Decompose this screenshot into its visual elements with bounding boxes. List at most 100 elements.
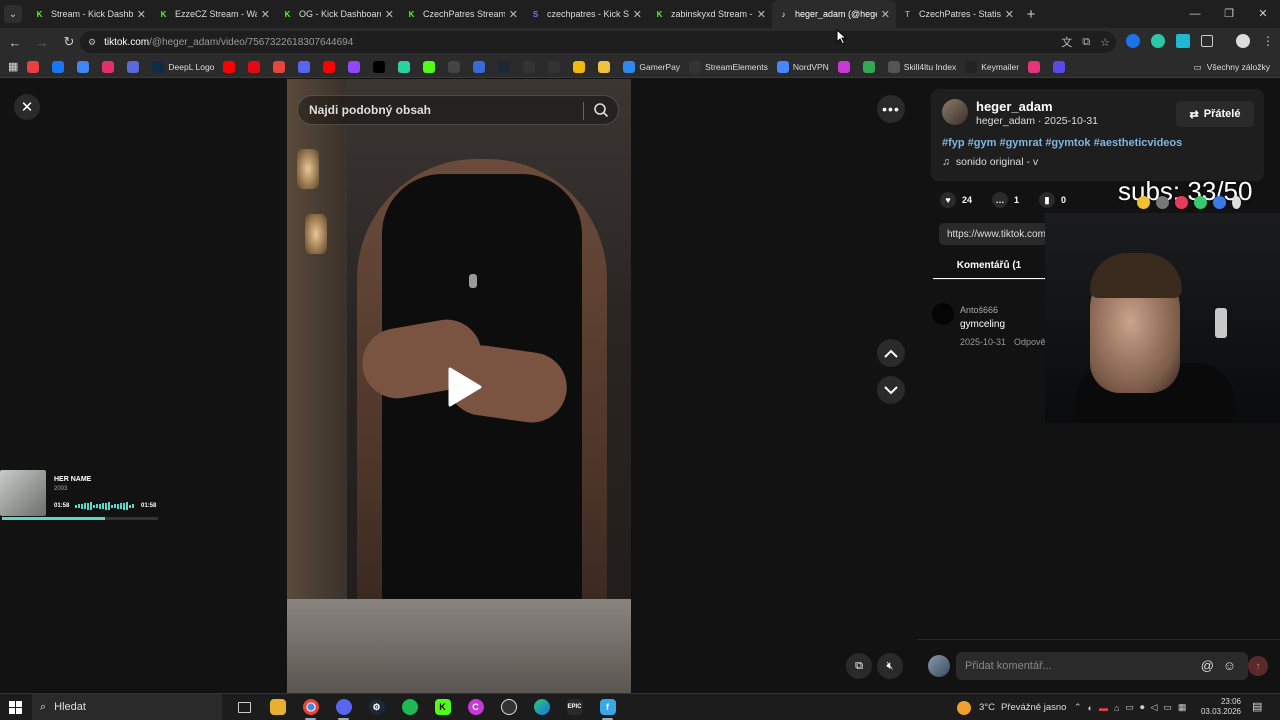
tab-search-button[interactable]: ⌄: [4, 5, 22, 23]
extension-icon[interactable]: [1126, 34, 1140, 48]
extension-icon[interactable]: [1176, 34, 1190, 48]
tray-icon[interactable]: ◐: [1088, 703, 1093, 713]
clock[interactable]: 23:06 03.03.2026: [1197, 697, 1241, 717]
close-tab-icon[interactable]: ✕: [385, 8, 394, 21]
site-info-icon[interactable]: ⚙: [88, 37, 96, 48]
new-tab-button[interactable]: +: [1020, 6, 1042, 23]
task-view-icon[interactable]: [228, 694, 261, 720]
commenter-avatar[interactable]: [932, 303, 954, 325]
send-comment-button[interactable]: ↑: [1248, 656, 1268, 676]
bookmark-item[interactable]: [273, 60, 289, 73]
tray-expand-icon[interactable]: ⌃: [1074, 702, 1082, 713]
tray-icon[interactable]: ▬: [1099, 703, 1108, 713]
author-username[interactable]: heger_adam: [976, 99, 1053, 114]
weather-widget[interactable]: 3°C Převážně jasno: [957, 694, 1066, 720]
bookmark-item[interactable]: [548, 60, 564, 73]
bookmark-item[interactable]: [1028, 60, 1044, 73]
reload-button[interactable]: ↻: [57, 34, 81, 50]
obs-icon[interactable]: [492, 694, 525, 720]
bookmark-item[interactable]: [1053, 60, 1069, 73]
mention-icon[interactable]: @: [1201, 658, 1214, 673]
close-tab-icon[interactable]: ✕: [1005, 8, 1014, 21]
bookmark-item[interactable]: [223, 60, 239, 73]
bookmark-item[interactable]: [498, 60, 514, 73]
browser-tab[interactable]: K Stream - Kick Dashbo ✕: [28, 0, 152, 28]
bookmark-item[interactable]: [373, 60, 389, 73]
comment-button[interactable]: … 1: [992, 192, 1019, 208]
browser-tab[interactable]: K OG - Kick Dashboard ✕: [276, 0, 400, 28]
close-tab-icon[interactable]: ✕: [633, 8, 642, 21]
close-tab-icon[interactable]: ✕: [137, 8, 146, 21]
tray-icon[interactable]: ▭: [1125, 702, 1134, 713]
profile-avatar[interactable]: [1236, 34, 1250, 48]
bookmark-item[interactable]: Skill4ltu Index: [887, 60, 956, 73]
bookmark-item[interactable]: [102, 60, 118, 73]
save-button[interactable]: ▮ 0: [1039, 192, 1066, 208]
bookmark-item[interactable]: [27, 60, 43, 73]
file-explorer-icon[interactable]: [261, 694, 294, 720]
close-window-button[interactable]: ✕: [1246, 0, 1280, 28]
next-video-button[interactable]: [877, 376, 905, 404]
author-avatar[interactable]: [942, 99, 968, 125]
notifications-icon[interactable]: ▤: [1252, 700, 1262, 713]
kick-icon[interactable]: K: [426, 694, 459, 720]
apps-grid-icon[interactable]: ▦: [8, 60, 18, 73]
browser-menu-icon[interactable]: ⋮: [1261, 34, 1275, 48]
browser-tab[interactable]: K EzzeCZ Stream - Wat ✕: [152, 0, 276, 28]
browser-tab[interactable]: ♪ heger_adam (@hege ✕: [772, 0, 896, 28]
address-bar[interactable]: ⚙ tiktok.com/@heger_adam/video/756732261…: [80, 31, 1116, 53]
emoji-icon[interactable]: ☺: [1223, 658, 1236, 673]
browser-tab[interactable]: T CzechPatres - Statisti ✕: [896, 0, 1020, 28]
close-tab-icon[interactable]: ✕: [261, 8, 270, 21]
bookmark-item[interactable]: [862, 60, 879, 73]
bookmark-item[interactable]: [573, 60, 589, 73]
bookmark-item[interactable]: GamerPay: [623, 60, 680, 73]
previous-video-button[interactable]: [877, 339, 905, 367]
bookmark-item[interactable]: [523, 60, 539, 73]
extensions-puzzle-icon[interactable]: [1201, 35, 1213, 47]
discord-icon[interactable]: [327, 694, 360, 720]
like-button[interactable]: ♥ 24: [940, 192, 972, 208]
bookmark-item[interactable]: [448, 60, 464, 73]
picture-in-picture-button[interactable]: ⧉: [846, 653, 872, 679]
friends-button[interactable]: ⇄ Přátelé: [1176, 101, 1254, 127]
chrome-icon[interactable]: [294, 694, 327, 720]
close-tab-icon[interactable]: ✕: [757, 8, 766, 21]
bookmark-item[interactable]: [298, 60, 314, 73]
language-icon[interactable]: ▦: [1178, 702, 1187, 713]
bookmark-item[interactable]: [598, 60, 614, 73]
install-icon[interactable]: ⧉: [1082, 36, 1090, 49]
start-button[interactable]: [0, 700, 30, 714]
translate-icon[interactable]: 文: [1061, 34, 1072, 50]
comment-input[interactable]: Přidat komentář... @ ☺: [956, 652, 1248, 680]
epic-games-icon[interactable]: EPIC: [558, 694, 591, 720]
bookmark-item[interactable]: [77, 60, 93, 73]
browser-tab[interactable]: Kzabinskyxd Stream - ✕: [648, 0, 772, 28]
bookmark-item[interactable]: DeepL Logo: [152, 60, 214, 73]
copy-link-field[interactable]: https://www.tiktok.com: [939, 223, 1059, 245]
bookmark-item[interactable]: [323, 60, 339, 73]
bookmark-star-icon[interactable]: ☆: [1100, 36, 1110, 49]
network-icon[interactable]: ▭: [1163, 702, 1172, 713]
bookmark-item[interactable]: [127, 60, 143, 73]
microphone-icon[interactable]: ⏺: [1140, 702, 1145, 713]
play-icon[interactable]: [444, 367, 484, 407]
browser-tab[interactable]: Sczechpatres - Kick St ✕: [524, 0, 648, 28]
bookmark-item[interactable]: [398, 60, 414, 73]
volume-icon[interactable]: ◁: [1150, 702, 1157, 713]
app-c-icon[interactable]: C: [459, 694, 492, 720]
minimize-button[interactable]: —: [1178, 0, 1212, 28]
forward-button[interactable]: →: [30, 35, 54, 50]
tray-icon[interactable]: ⌂: [1114, 703, 1119, 713]
spotify-icon[interactable]: [393, 694, 426, 720]
bookmark-item[interactable]: [423, 60, 439, 73]
similar-content-search[interactable]: Najdi podobný obsah: [297, 95, 619, 125]
bookmark-item[interactable]: [837, 60, 854, 73]
restore-button[interactable]: ❐: [1212, 0, 1246, 28]
bookmark-item[interactable]: [473, 60, 489, 73]
extension-icon[interactable]: [1151, 34, 1165, 48]
bookmark-item[interactable]: NordVPN: [776, 60, 829, 73]
bookmark-item[interactable]: [348, 60, 364, 73]
close-tab-icon[interactable]: ✕: [509, 8, 518, 21]
commenter-name[interactable]: Antoš666: [960, 305, 998, 315]
